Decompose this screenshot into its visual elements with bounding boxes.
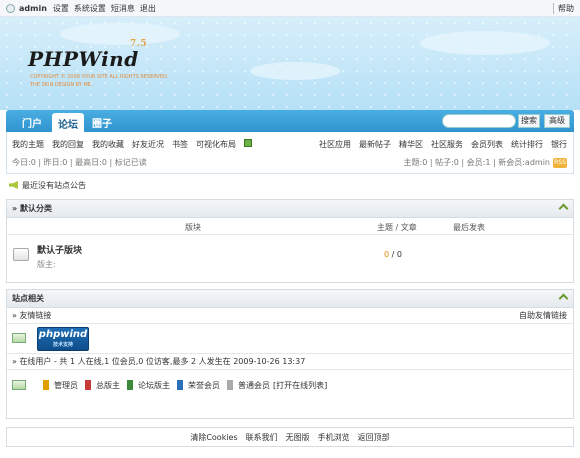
site-title: 站点相关	[12, 294, 44, 303]
messages-link[interactable]: 短消息	[111, 3, 135, 14]
community-links: 社区应用 最新帖子 精华区 社区服务 会员列表 统计排行 银行	[319, 139, 567, 150]
clear-cookies-link[interactable]: 清除Cookies	[190, 432, 237, 443]
forum-counts: 0 / 0	[384, 250, 402, 259]
legend-mod: 论坛版主	[138, 380, 170, 390]
announcement-text: 最近没有站点公告	[22, 180, 86, 190]
logo-version: 7.5	[130, 39, 148, 49]
top-bar: admin 设置 系统设置 短消息 退出 帮助	[0, 0, 580, 17]
tab-forum[interactable]: 论坛	[52, 113, 84, 132]
supermod-swatch	[85, 380, 91, 390]
phpwind-partner-logo[interactable]: phpwind 技术支持	[37, 327, 89, 351]
bank-link[interactable]: 银行	[551, 139, 567, 150]
bookmarks-link[interactable]: 书签	[172, 139, 188, 150]
col-topics: 主题 / 文章	[377, 223, 417, 232]
help-link[interactable]: 帮助	[553, 3, 574, 14]
partner-logo-sub: 技术支持	[52, 342, 73, 348]
logo-subtitle-line2: THE SKIN DESIGN BY ME.	[30, 82, 93, 88]
legend-honor: 荣誉会员	[188, 380, 220, 390]
system-settings-link[interactable]: 系统设置	[74, 3, 106, 14]
digest-link[interactable]: 精华区	[399, 139, 423, 150]
friends-link[interactable]: 好友近况	[132, 139, 164, 150]
site-stats-text: 主题:0 | 帖子:0 | 会员:1 | 新会员:admin	[403, 158, 550, 167]
mod-swatch	[127, 380, 133, 390]
username-link[interactable]: admin	[19, 4, 47, 13]
online-text: » 在线用户 - 共 1 人在线,1 位会员,0 位访客,最多 2 人发生在 2…	[12, 357, 306, 366]
my-favorites-link[interactable]: 我的收藏	[92, 139, 124, 150]
site-panel: 站点相关 » 友情链接 自助友情链接 phpwind 技术支持 » 在线用户 -…	[6, 289, 574, 419]
links-header: » 友情链接 自助友情链接	[7, 308, 573, 324]
sub-nav: 我的主题 我的回复 我的收藏 好友近况 书签 可视化布局 社区应用 最新帖子 精…	[6, 132, 574, 174]
self-service-links-link[interactable]: 自助友情链接	[519, 308, 567, 323]
gift-icon[interactable]	[244, 139, 252, 147]
user-links: 我的主题 我的回复 我的收藏 好友近况 书签 可视化布局	[12, 139, 252, 150]
visual-layout-link[interactable]: 可视化布局	[196, 139, 236, 150]
header-cloud	[250, 62, 340, 80]
contact-link[interactable]: 联系我们	[246, 432, 278, 443]
site-stats: 主题:0 | 帖子:0 | 会员:1 | 新会员:admin RSS	[404, 157, 567, 168]
forum-name-link[interactable]: 默认子版块	[37, 243, 82, 256]
logo-text: PHPWind	[28, 47, 139, 71]
mobile-link[interactable]: 手机浏览	[318, 432, 350, 443]
community-services-link[interactable]: 社区服务	[431, 139, 463, 150]
tab-groups[interactable]: 圈子	[92, 115, 112, 130]
links-icon	[12, 333, 26, 343]
rss-icon[interactable]: RSS	[553, 157, 567, 168]
forum-topic-count: 0	[384, 250, 390, 259]
forum-row: 默认子版块 版主: 0 / 0	[7, 235, 573, 275]
member-swatch	[227, 380, 233, 390]
search-input[interactable]	[442, 114, 516, 128]
show-online-list-link[interactable]: [打开在线列表]	[273, 380, 327, 391]
online-legend: 管理员 总版主 论坛版主 荣誉会员 普通会员 [打开在线列表]	[7, 370, 573, 400]
advanced-search-button[interactable]: 高级	[544, 114, 570, 128]
forum-moderator: 版主:	[37, 260, 56, 269]
announcement-bar: 最近没有站点公告	[6, 177, 574, 193]
forum-post-count: / 0	[391, 250, 402, 259]
header-cloud	[60, 23, 180, 45]
text-only-link[interactable]: 无图版	[286, 432, 310, 443]
forum-icon	[13, 248, 29, 261]
stats-ranking-link[interactable]: 统计排行	[511, 139, 543, 150]
footer: 清除Cookies 联系我们 无图版 手机浏览 返回顶部	[6, 427, 574, 447]
online-header: » 在线用户 - 共 1 人在线,1 位会员,0 位访客,最多 2 人发生在 2…	[7, 354, 573, 370]
site-logo[interactable]: PHPWind 7.5	[28, 39, 147, 71]
speaker-icon	[9, 181, 18, 189]
col-latest: 最后发表	[453, 223, 485, 232]
honor-swatch	[177, 380, 183, 390]
legend-member: 普通会员	[238, 380, 270, 390]
collapse-icon[interactable]	[558, 203, 569, 214]
category-panel: » 默认分类 版块 主题 / 文章 最后发表 默认子版块 版主: 0 / 0	[6, 199, 574, 283]
logo-subtitle: COPYRIGHT © 2009 YOUR SITE ALL RIGHTS RE…	[30, 73, 169, 89]
logout-link[interactable]: 退出	[140, 3, 156, 14]
site-header: PHPWind 7.5 COPYRIGHT © 2009 YOUR SITE A…	[0, 17, 580, 110]
admin-swatch	[43, 380, 49, 390]
legend-supermod: 总版主	[96, 380, 120, 390]
search-button[interactable]: 搜索	[518, 114, 540, 128]
back-to-top-link[interactable]: 返回顶部	[358, 432, 390, 443]
user-icon	[6, 3, 15, 13]
site-header-bar: 站点相关	[7, 290, 573, 308]
forum-columns: 版块 主题 / 文章 最后发表	[7, 218, 573, 235]
links-row: phpwind 技术支持	[7, 324, 573, 354]
header-cloud	[420, 31, 550, 55]
community-apps-link[interactable]: 社区应用	[319, 139, 351, 150]
main-nav: 门户 论坛 圈子 搜索 高级	[6, 110, 574, 132]
tab-portal[interactable]: 门户	[22, 115, 42, 130]
settings-link[interactable]: 设置	[53, 3, 69, 14]
my-topics-link[interactable]: 我的主题	[12, 139, 44, 150]
collapse-icon[interactable]	[558, 293, 569, 304]
col-board: 版块	[185, 223, 201, 232]
category-header: » 默认分类	[7, 200, 573, 218]
member-list-link[interactable]: 会员列表	[471, 139, 503, 150]
category-title[interactable]: » 默认分类	[12, 204, 52, 213]
links-label: » 友情链接	[12, 311, 52, 320]
latest-posts-link[interactable]: 最新帖子	[359, 139, 391, 150]
legend-admin: 管理员	[54, 380, 78, 390]
partner-logo-text: phpwind	[38, 329, 88, 340]
my-replies-link[interactable]: 我的回复	[52, 139, 84, 150]
logo-subtitle-line1: COPYRIGHT © 2009 YOUR SITE ALL RIGHTS RE…	[30, 74, 169, 80]
daily-stats: 今日:0 | 昨日:0 | 最高日:0 | 标记已读	[12, 158, 147, 167]
online-icon	[12, 380, 26, 390]
